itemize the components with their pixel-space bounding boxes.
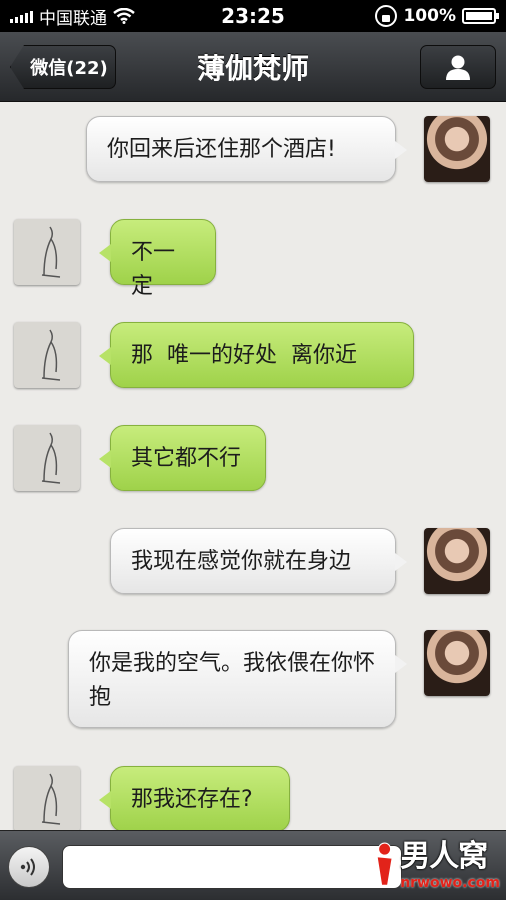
sketch-figure-image — [41, 226, 61, 278]
my-avatar[interactable] — [424, 528, 490, 594]
contact-avatar[interactable] — [14, 219, 80, 285]
watermark-logo-icon — [376, 842, 393, 886]
status-left: 中国联通 — [10, 4, 135, 29]
person-icon — [446, 55, 470, 80]
contact-avatar[interactable] — [14, 322, 80, 388]
my-avatar[interactable] — [424, 630, 490, 696]
chat-area[interactable]: 你回来后还住那个酒店! 不一定 那 唯一的好处 离你近 其它都不行 我现在感觉你… — [0, 102, 506, 830]
rotation-lock-icon — [375, 5, 398, 27]
message-text: 不一定 — [131, 240, 176, 299]
contact-avatar[interactable] — [14, 425, 80, 491]
message-bubble[interactable]: 你是我的空气。我依偎在你怀抱 — [68, 630, 407, 728]
message-text: 其它都不行 — [131, 446, 242, 471]
sketch-figure-image — [41, 773, 61, 825]
message-bubble[interactable]: 那我还存在? — [99, 766, 290, 830]
sketch-figure-image — [41, 432, 61, 484]
voice-toggle-button[interactable] — [8, 846, 50, 888]
watermark: 男人窝 nrwowo.com — [368, 832, 500, 898]
message-bubble[interactable]: 我现在感觉你就在身边 — [110, 528, 407, 594]
my-avatar[interactable] — [424, 116, 490, 182]
contact-avatar[interactable] — [14, 766, 80, 830]
message-text: 那 唯一的好处 离你近 — [131, 343, 357, 368]
nav-bar: 微信(22) 薄伽梵师 — [0, 32, 506, 102]
message-text: 那我还存在? — [131, 787, 253, 812]
battery-percent: 100% — [403, 6, 456, 26]
chat-title: 薄伽梵师 — [196, 52, 309, 85]
status-right: 100% — [375, 5, 499, 27]
message-text: 我现在感觉你就在身边 — [131, 549, 352, 574]
back-button[interactable]: 微信(22) — [10, 45, 116, 89]
message-bubble[interactable]: 你回来后还住那个酒店! — [86, 116, 407, 182]
message-text: 你是我的空气。我依偎在你怀抱 — [89, 651, 376, 710]
watermark-title: 男人窝 — [400, 839, 488, 874]
wifi-icon — [113, 8, 135, 24]
message-bubble[interactable]: 那 唯一的好处 离你近 — [99, 322, 414, 388]
message-bubble[interactable]: 其它都不行 — [99, 425, 266, 491]
message-text: 你回来后还住那个酒店! — [107, 137, 336, 162]
signal-icon — [10, 9, 33, 23]
watermark-url: nrwowo.com — [400, 875, 500, 891]
message-bubble[interactable]: 不一定 — [99, 219, 216, 299]
carrier-name: 中国联通 — [39, 8, 107, 29]
message-input[interactable] — [62, 845, 402, 889]
status-bar: 中国联通 23:25 100% — [0, 0, 506, 32]
profile-button[interactable] — [420, 45, 496, 89]
battery-icon — [462, 8, 499, 24]
voice-icon — [20, 858, 35, 876]
sketch-figure-image — [41, 329, 61, 381]
